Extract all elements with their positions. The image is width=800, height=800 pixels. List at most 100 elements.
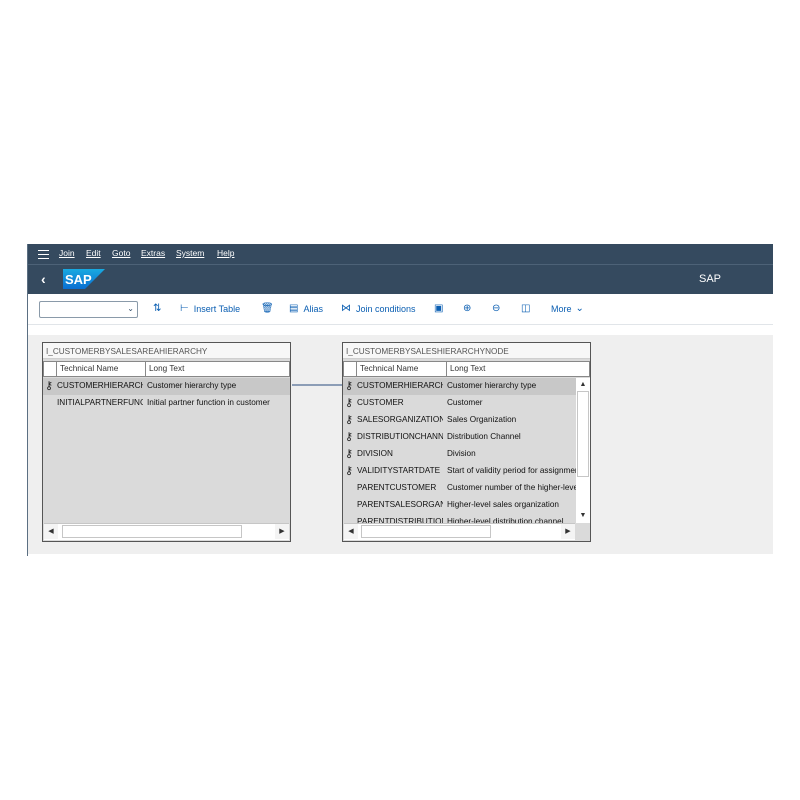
vertical-scrollbar[interactable]: ▲ ▼ bbox=[576, 378, 590, 523]
scroll-down-icon[interactable]: ▼ bbox=[576, 509, 590, 523]
delete-button[interactable]: 🗑︎ bbox=[261, 303, 279, 314]
table-row[interactable]: ⚷ DIVISION Division bbox=[343, 446, 576, 463]
join-canvas[interactable]: I_CUSTOMERBYSALESAREAHIERARCHY Technical… bbox=[28, 335, 773, 554]
long-text-cell: Customer hierarchy type bbox=[447, 381, 537, 390]
table-row[interactable]: ⚷ CUSTOMER Customer bbox=[343, 395, 576, 412]
alias-icon: ▤ bbox=[289, 303, 299, 314]
column-header-long-text[interactable]: Long Text bbox=[446, 361, 590, 377]
technical-name-cell: CUSTOMERHIERARCHYTYPE bbox=[57, 381, 143, 390]
overview-button[interactable]: ▣ bbox=[434, 303, 448, 314]
zoom-in-button[interactable]: ⊕ bbox=[463, 303, 476, 314]
table-move-icon: ⇅ bbox=[153, 303, 162, 314]
overview-icon: ▣ bbox=[434, 303, 444, 314]
window-title: SAP bbox=[699, 273, 722, 285]
table-row[interactable]: INITIALPARTNERFUNCTION Initial partner fu… bbox=[43, 395, 290, 412]
scroll-left-icon[interactable]: ◀ bbox=[344, 524, 358, 539]
technical-name-cell: DISTRIBUTIONCHANNEL bbox=[357, 432, 443, 441]
scroll-right-icon[interactable]: ▶ bbox=[275, 524, 289, 539]
technical-name-cell: PARENTSALESORGANIZATION bbox=[357, 500, 443, 509]
more-button[interactable]: More ⌄ bbox=[551, 303, 584, 314]
fit-to-screen-button[interactable]: ◫ bbox=[521, 303, 535, 314]
sap-window: Join Edit Goto Extras System Help ‹ SAP … bbox=[27, 244, 773, 556]
chevron-down-icon: ⌄ bbox=[575, 303, 584, 314]
key-icon: ⚷ bbox=[345, 397, 354, 409]
sap-logo: SAP bbox=[63, 269, 105, 289]
key-column-header bbox=[43, 361, 57, 377]
scroll-left-icon[interactable]: ◀ bbox=[44, 524, 58, 539]
long-text-cell: Initial partner function in customer bbox=[147, 398, 270, 407]
column-header-technical-name[interactable]: Technical Name bbox=[56, 361, 146, 377]
table-header: Technical Name Long Text bbox=[43, 361, 290, 377]
menu-goto[interactable]: Goto bbox=[112, 248, 130, 258]
column-header-long-text[interactable]: Long Text bbox=[145, 361, 290, 377]
column-header-technical-name[interactable]: Technical Name bbox=[356, 361, 447, 377]
key-icon: ⚷ bbox=[345, 431, 354, 443]
menu-join[interactable]: Join bbox=[59, 248, 75, 258]
table-row[interactable]: ⚷DISTRIBUTIONCHANNEL Distribution Channel bbox=[343, 429, 576, 446]
long-text-cell: Customer bbox=[447, 398, 483, 407]
menu-help[interactable]: Help bbox=[217, 248, 234, 258]
technical-name-cell: VALIDITYSTARTDATE bbox=[357, 466, 441, 475]
table-row[interactable]: PARENTCUSTOMER Customer number of the hig… bbox=[343, 480, 576, 497]
table-row[interactable]: ⚷ VALIDITYSTARTDATE Start of validity peri… bbox=[343, 463, 576, 480]
table-row[interactable]: ⚷CUSTOMERHIERARCHYTYPE Customer hierarchy… bbox=[43, 378, 290, 395]
application-toolbar: ⌄ ⇅ ⊢ Insert Table 🗑︎ ▤ Alias ⋈ Join con… bbox=[28, 294, 773, 325]
long-text-cell: Customer hierarchy type bbox=[147, 381, 237, 390]
scroll-thumb[interactable] bbox=[62, 525, 242, 538]
menu-edit[interactable]: Edit bbox=[86, 248, 101, 258]
technical-name-cell: PARENTCUSTOMER bbox=[357, 483, 437, 492]
menu-bar: Join Edit Goto Extras System Help bbox=[28, 244, 773, 265]
technical-name-cell: CUSTOMERHIERARCHYTYPE bbox=[357, 381, 443, 390]
alias-button[interactable]: ▤ Alias bbox=[289, 303, 323, 314]
long-text-cell: Higher-level sales organization bbox=[447, 500, 559, 509]
command-dropdown[interactable]: ⌄ bbox=[39, 301, 138, 318]
technical-name-cell: DIVISION bbox=[357, 449, 393, 458]
technical-name-cell: CUSTOMER bbox=[357, 398, 404, 407]
long-text-cell: Sales Organization bbox=[447, 415, 517, 424]
key-icon: ⚷ bbox=[345, 380, 354, 392]
table-header: Technical Name Long Text bbox=[343, 361, 590, 377]
key-icon: ⚷ bbox=[345, 448, 354, 460]
menu-extras[interactable]: Extras bbox=[141, 248, 165, 258]
table-title: I_CUSTOMERBYSALESHIERARCHYNODE bbox=[343, 343, 590, 359]
zoom-out-button[interactable]: ⊖ bbox=[492, 303, 505, 314]
move-table-button[interactable]: ⇅ bbox=[153, 303, 166, 314]
key-icon: ⚷ bbox=[345, 414, 354, 426]
scroll-thumb[interactable] bbox=[577, 391, 589, 477]
table-row[interactable]: ⚷CUSTOMERHIERARCHYTYPE Customer hierarchy… bbox=[343, 378, 576, 395]
join-icon: ⋈ bbox=[341, 303, 351, 314]
table-title: I_CUSTOMERBYSALESAREAHIERARCHY bbox=[43, 343, 290, 359]
long-text-cell: Start of validity period for assignment bbox=[447, 466, 576, 475]
hamburger-menu-icon[interactable] bbox=[38, 250, 49, 259]
join-conditions-button[interactable]: ⋈ Join conditions bbox=[341, 303, 416, 314]
right-table[interactable]: I_CUSTOMERBYSALESHIERARCHYNODE Technical… bbox=[342, 342, 591, 542]
key-icon: ⚷ bbox=[345, 465, 354, 477]
table-row[interactable]: ⚷ SALESORGANIZATION Sales Organization bbox=[343, 412, 576, 429]
svg-text:SAP: SAP bbox=[65, 272, 92, 287]
key-column-header bbox=[343, 361, 357, 377]
menu-system[interactable]: System bbox=[176, 248, 204, 258]
horizontal-scrollbar[interactable]: ◀ ▶ bbox=[44, 523, 289, 540]
title-bar: ‹ SAP SAP bbox=[28, 265, 773, 294]
technical-name-cell: SALESORGANIZATION bbox=[357, 415, 443, 424]
long-text-cell: Distribution Channel bbox=[447, 432, 521, 441]
insert-table-button[interactable]: ⊢ Insert Table bbox=[180, 303, 240, 314]
zoom-out-icon: ⊖ bbox=[492, 303, 501, 314]
horizontal-scrollbar[interactable]: ◀ ▶ bbox=[344, 523, 575, 540]
key-icon: ⚷ bbox=[45, 380, 54, 392]
scroll-up-icon[interactable]: ▲ bbox=[576, 378, 590, 392]
scroll-right-icon[interactable]: ▶ bbox=[561, 524, 575, 539]
zoom-in-icon: ⊕ bbox=[463, 303, 472, 314]
technical-name-cell: INITIALPARTNERFUNCTION bbox=[57, 398, 143, 407]
chevron-down-icon: ⌄ bbox=[127, 304, 134, 313]
long-text-cell: Customer number of the higher-level bbox=[447, 483, 576, 492]
fit-screen-icon: ◫ bbox=[521, 303, 531, 314]
left-table[interactable]: I_CUSTOMERBYSALESAREAHIERARCHY Technical… bbox=[42, 342, 291, 542]
long-text-cell: Division bbox=[447, 449, 476, 458]
trash-icon: 🗑︎ bbox=[261, 303, 274, 314]
back-chevron-icon[interactable]: ‹ bbox=[41, 271, 46, 287]
scroll-thumb[interactable] bbox=[361, 525, 491, 538]
table-row[interactable]: PARENTSALESORGANIZATION Higher-level sale… bbox=[343, 497, 576, 514]
join-line bbox=[292, 384, 347, 386]
insert-table-icon: ⊢ bbox=[180, 303, 189, 314]
